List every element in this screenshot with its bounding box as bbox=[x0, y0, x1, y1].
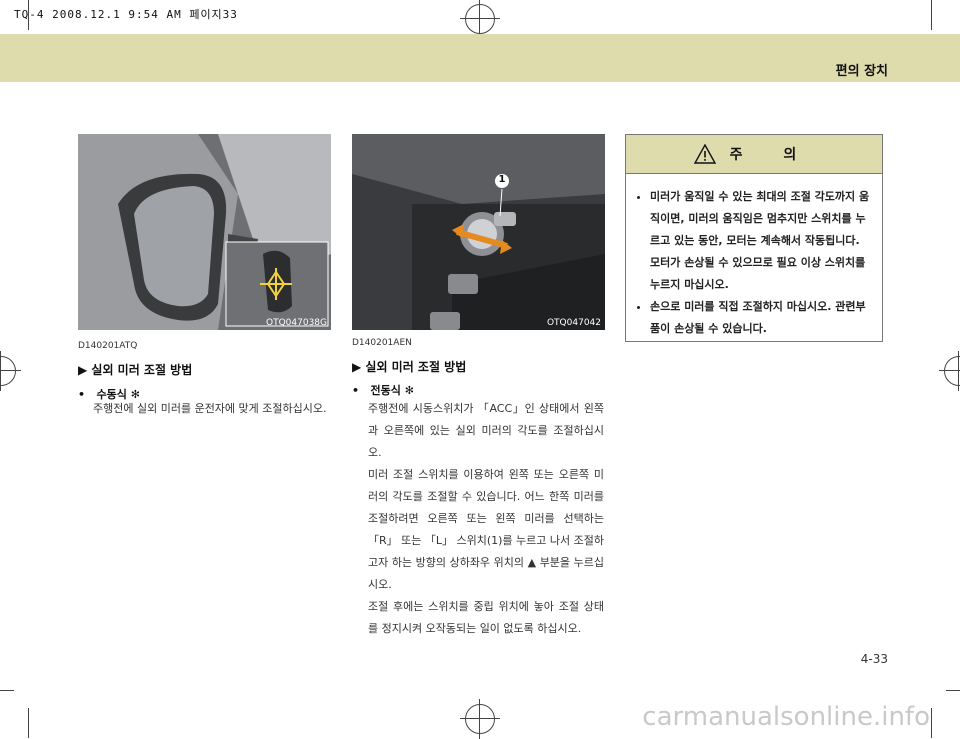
crop-mark bbox=[28, 0, 29, 30]
section-heading: ▶ 실외 미러 조절 방법 bbox=[352, 360, 467, 374]
bullet-dot: • bbox=[352, 384, 367, 397]
bullet-item: • 전동식 ✻ bbox=[352, 382, 414, 398]
doc-code: D140201ATQ bbox=[78, 341, 138, 351]
crop-mark bbox=[946, 690, 960, 691]
power-mirror-switch-photo: 1 OTQ047042 bbox=[352, 134, 605, 330]
section-heading: ▶ 실외 미러 조절 방법 bbox=[78, 363, 193, 377]
caution-title: 주 의 bbox=[729, 147, 815, 163]
caution-header: 주 의 bbox=[626, 135, 882, 174]
caution-item: 손으로 미러를 직접 조절하지 마십시오. 관련부품이 손상될 수 있습니다. bbox=[650, 296, 870, 340]
paragraph: 주행전에 실외 미러를 운전자에 맞게 조절하십시오. bbox=[93, 402, 327, 415]
photo-code: OTQ047038G bbox=[266, 318, 327, 328]
crop-mark bbox=[931, 708, 932, 738]
body-text: 주행전에 실외 미러를 운전자에 맞게 조절하십시오. bbox=[93, 398, 333, 420]
crop-mark bbox=[0, 690, 14, 691]
manual-mirror-photo: OTQ047038G bbox=[78, 134, 331, 330]
bullet-label: 전동식 bbox=[370, 384, 401, 397]
section-title: 편의 장치 bbox=[835, 64, 888, 79]
callout-number: 1 bbox=[498, 174, 506, 185]
page-number: 4-33 bbox=[860, 652, 888, 666]
body-text: 주행전에 시동스위치가 「ACC」인 상태에서 왼쪽과 오른쪽에 있는 실외 미… bbox=[368, 398, 604, 640]
paragraph: 주행전에 시동스위치가 「ACC」인 상태에서 왼쪽과 오른쪽에 있는 실외 미… bbox=[368, 402, 604, 459]
photo-code: OTQ047042 bbox=[546, 318, 601, 328]
caution-item: 미러가 움직일 수 있는 최대의 조절 각도까지 움직이면, 미러의 움직임은 … bbox=[650, 186, 870, 296]
crop-mark bbox=[28, 708, 29, 738]
caution-list: 미러가 움직일 수 있는 최대의 조절 각도까지 움직이면, 미러의 움직임은 … bbox=[626, 186, 882, 340]
registration-mark-top bbox=[460, 0, 500, 39]
paragraph: 조절 후에는 스위치를 중립 위치에 놓아 조절 상태를 정지시켜 오작동되는 … bbox=[368, 600, 604, 635]
registration-mark-left bbox=[0, 351, 21, 391]
crop-mark bbox=[931, 0, 932, 30]
print-header: TQ-4 2008.12.1 9:54 AM 페이지33 bbox=[14, 8, 238, 21]
paragraph: 미러 조절 스위치를 이용하여 왼쪽 또는 오른쪽 미러의 각도를 조절할 수 … bbox=[368, 468, 605, 591]
watermark: carmanualsonline.info bbox=[642, 702, 930, 732]
doc-code: D140201AEN bbox=[352, 338, 412, 348]
warning-triangle-icon bbox=[693, 144, 716, 164]
registration-mark-right bbox=[939, 351, 960, 391]
bullet-dot: • bbox=[78, 388, 93, 401]
registration-mark-bottom bbox=[460, 699, 500, 739]
caution-box: 주 의 미러가 움직일 수 있는 최대의 조절 각도까지 움직이면, 미러의 움… bbox=[625, 134, 883, 342]
note-mark: ✻ bbox=[404, 384, 414, 397]
header-band bbox=[0, 34, 960, 82]
